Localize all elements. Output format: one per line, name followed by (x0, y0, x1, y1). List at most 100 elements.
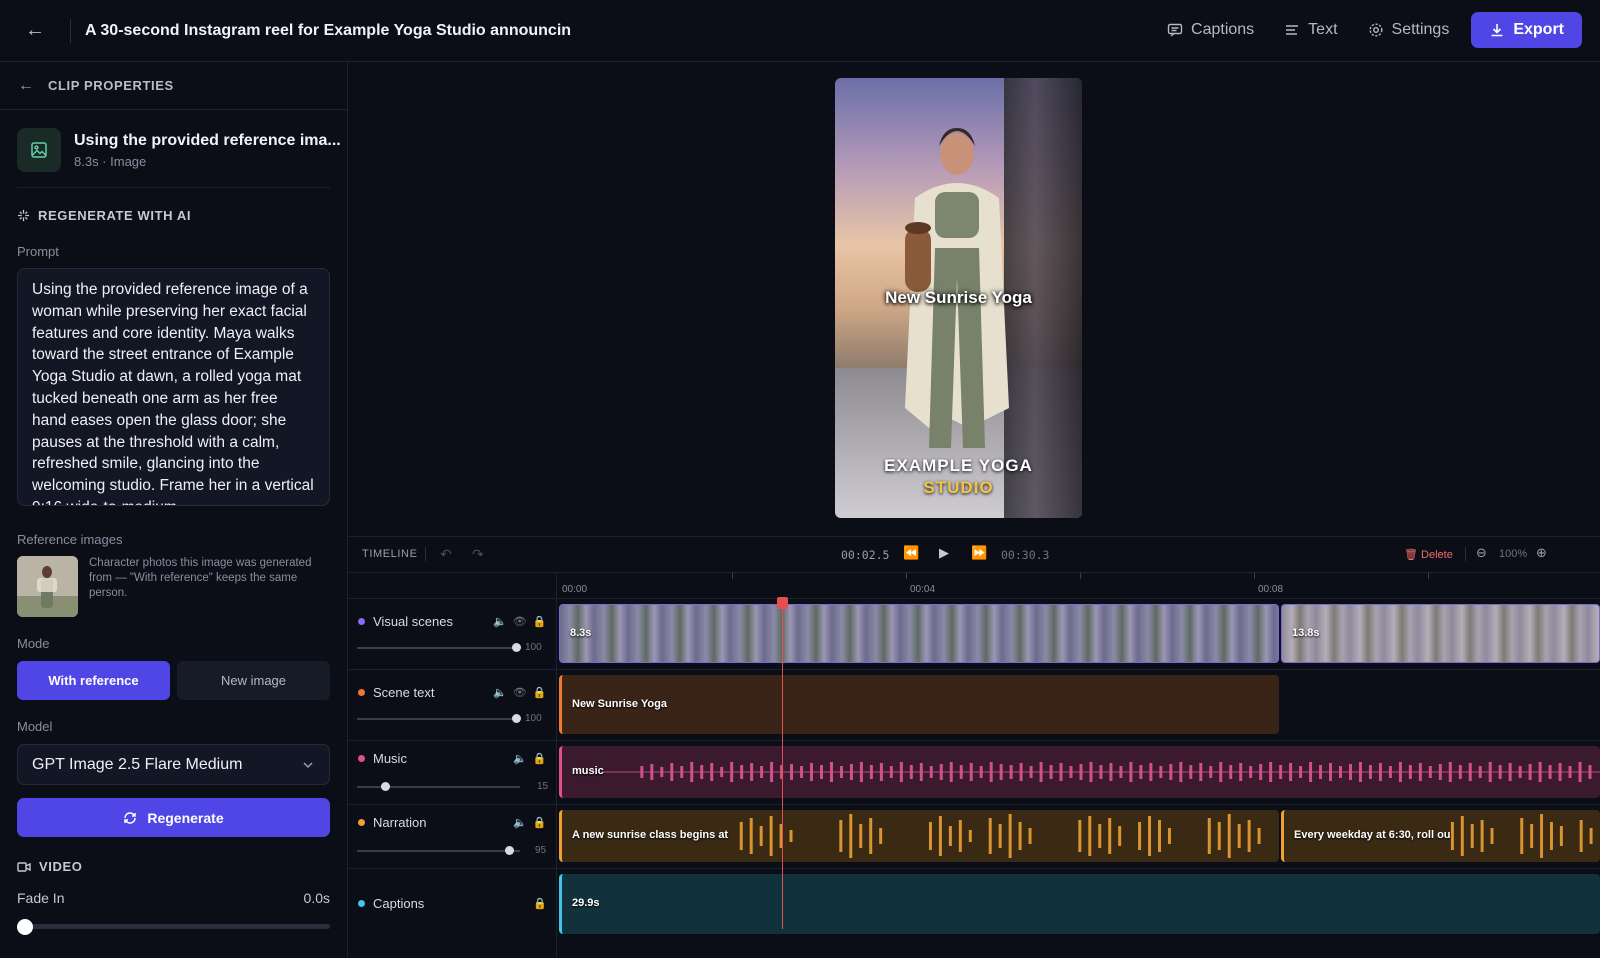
model-select[interactable]: GPT Image 2.5 Flare Medium (17, 744, 330, 785)
ruler-tick (1080, 573, 1081, 579)
scene-text-volume-knob[interactable] (512, 714, 521, 723)
track-color-dot (358, 689, 365, 696)
panel-header: ← CLIP PROPERTIES (0, 62, 347, 110)
narration-clip-1[interactable]: A new sunrise class begins at (559, 810, 1279, 862)
fade-in-slider-track[interactable] (17, 924, 330, 929)
rewind-icon[interactable]: ⏪ (903, 545, 919, 561)
scene-text-track-controls[interactable]: 🔈👁🔒 (493, 686, 552, 699)
settings-button[interactable]: Settings (1356, 12, 1462, 48)
visual-scenes-track-controls[interactable]: 🔈👁🔒 (493, 615, 552, 628)
sparkle-icon (17, 209, 30, 222)
undo-icon[interactable]: ↶ (440, 546, 452, 563)
reference-images-label: Reference images (17, 532, 123, 547)
toolbar-divider (425, 547, 426, 561)
ruler-spacer (349, 573, 557, 599)
lane-narration: A new sunrise class begins at Every week… (558, 805, 1600, 869)
regenerate-section-title: REGENERATE WITH AI (17, 208, 191, 223)
visual-clip-1[interactable]: 8.3s (559, 604, 1279, 663)
play-icon[interactable]: ▶ (939, 545, 949, 561)
regenerate-label: Regenerate (147, 809, 224, 826)
track-header-scene-text: Scene text 🔈👁🔒 100 (349, 670, 557, 741)
redo-icon[interactable]: ↷ (472, 546, 484, 563)
toolbar-divider-2 (1465, 547, 1466, 561)
fade-in-slider-knob[interactable] (17, 919, 33, 935)
project-title[interactable]: A 30-second Instagram reel for Example Y… (85, 22, 571, 40)
track-name-narration[interactable]: Narration (358, 815, 426, 830)
overlay-brand-line2: STUDIO (923, 478, 994, 497)
music-waveform (601, 762, 1600, 782)
reference-image-thumbnail[interactable] (17, 556, 78, 617)
ruler-label-0: 00:00 (562, 584, 588, 595)
header-divider (70, 18, 71, 43)
panel-back-icon[interactable]: ← (18, 77, 34, 95)
track-label: Music (373, 751, 407, 766)
lane-visual-scenes: 8.3s 13.8s (558, 599, 1600, 670)
ruler-label-4: 00:04 (910, 584, 936, 595)
timeline-toolbar: TIMELINE ↶ ↷ 00:02.5 ⏪ ▶ ⏩ 00:30.3 🗑 Del… (349, 537, 1600, 573)
music-clip[interactable]: music (559, 746, 1600, 798)
captions-clip[interactable]: 29.9s (559, 874, 1600, 934)
visual-scenes-volume-slider[interactable] (357, 647, 520, 649)
zoom-in-icon[interactable]: ⊕ (1536, 545, 1547, 561)
fast-forward-icon[interactable]: ⏩ (971, 545, 987, 561)
captions-button[interactable]: Captions (1155, 12, 1266, 48)
back-arrow-icon[interactable]: ← (0, 0, 70, 62)
selected-clip-card: Using the provided reference ima... 8.3s… (17, 126, 341, 188)
mode-label: Mode (17, 636, 50, 651)
music-track-controls[interactable]: 🔈🔒 (513, 752, 552, 765)
chevron-down-icon (303, 761, 313, 768)
video-camera-icon (17, 861, 31, 872)
fade-in-value: 0.0s (303, 890, 330, 906)
music-volume-value: 15 (537, 781, 549, 792)
captions-icon (1167, 23, 1183, 37)
music-clip-label: music (572, 765, 604, 777)
narration-volume-slider[interactable] (357, 850, 520, 852)
download-icon (1491, 24, 1503, 37)
visual-clip-2[interactable]: 13.8s (1281, 604, 1600, 663)
overlay-brand-line1: EXAMPLE YOGA (884, 456, 1033, 475)
track-name-music[interactable]: Music (358, 751, 407, 766)
music-volume-knob[interactable] (381, 782, 390, 791)
panel-title: CLIP PROPERTIES (48, 78, 174, 93)
clip-name: Using the provided reference ima... (74, 132, 341, 149)
narration-clip-2-label: Every weekday at 6:30, roll ou (1294, 829, 1451, 841)
prompt-label: Prompt (17, 244, 59, 259)
narration-volume-value: 95 (535, 845, 547, 856)
delete-button[interactable]: 🗑 Delete (1404, 548, 1453, 561)
mode-new-image-button[interactable]: New image (177, 661, 330, 700)
track-header-narration: Narration 🔈🔒 95 (349, 805, 557, 869)
visual-scenes-volume-knob[interactable] (512, 643, 521, 652)
track-name-visual-scenes[interactable]: Visual scenes (358, 614, 453, 629)
reference-description: Character photos this image was generate… (89, 557, 312, 599)
gear-icon (1369, 23, 1383, 37)
regenerate-button[interactable]: Regenerate (17, 798, 330, 837)
narration-track-controls[interactable]: 🔈🔒 (513, 816, 552, 829)
scene-text-volume-slider[interactable] (357, 718, 520, 720)
track-name-captions[interactable]: Captions (358, 896, 424, 911)
playhead-line[interactable] (782, 599, 783, 929)
model-value: GPT Image 2.5 Flare Medium (32, 755, 243, 773)
preview-frame[interactable]: New Sunrise Yoga EXAMPLE YOGA STUDIO (835, 78, 1082, 518)
captions-lock-icon[interactable]: 🔒 (533, 897, 553, 910)
captions-clip-duration: 29.9s (572, 897, 600, 909)
image-icon (17, 128, 61, 172)
total-time: 00:30.3 (1001, 548, 1050, 562)
track-header-captions: Captions 🔒 (349, 869, 557, 958)
prompt-textarea[interactable]: Using the provided reference image of a … (17, 268, 330, 506)
track-color-dot (358, 618, 365, 625)
track-name-scene-text[interactable]: Scene text (358, 685, 434, 700)
lane-captions: 29.9s (558, 869, 1600, 958)
playhead-handle[interactable] (777, 597, 788, 609)
export-button[interactable]: Export (1471, 12, 1582, 48)
narration-volume-knob[interactable] (505, 846, 514, 855)
zoom-out-icon[interactable]: ⊖ (1476, 545, 1487, 561)
text-button[interactable]: Text (1272, 12, 1349, 48)
mode-with-reference-button[interactable]: With reference (17, 661, 170, 700)
scene-text-clip[interactable]: New Sunrise Yoga (559, 675, 1279, 734)
delete-label: Delete (1421, 549, 1453, 561)
current-time: 00:02.5 (841, 548, 890, 562)
scene-text-clip-label: New Sunrise Yoga (572, 698, 667, 710)
narration-clip-2[interactable]: Every weekday at 6:30, roll ou (1281, 810, 1600, 862)
timeline-ruler[interactable]: 00:00 00:04 00:08 (558, 573, 1600, 599)
timeline-label: TIMELINE (362, 548, 418, 560)
